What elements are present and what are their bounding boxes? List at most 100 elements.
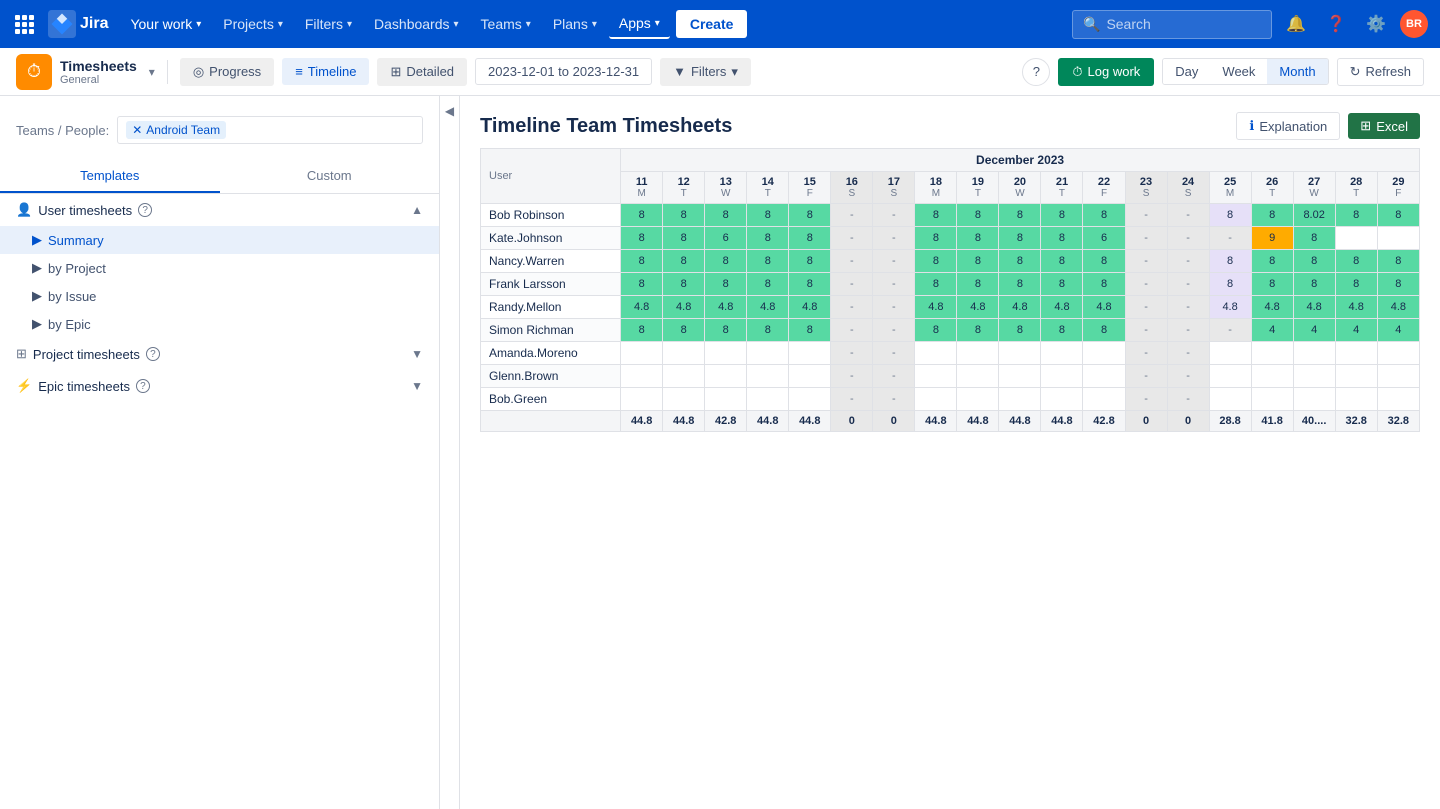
nav-teams[interactable]: Teams ▾ bbox=[471, 10, 541, 38]
timesheet-cell: 8 bbox=[663, 204, 705, 227]
notifications-button[interactable]: 🔔 bbox=[1280, 8, 1312, 40]
timesheet-cell: - bbox=[831, 204, 873, 227]
tab-custom[interactable]: Custom bbox=[220, 160, 440, 193]
search-input[interactable] bbox=[1106, 16, 1246, 32]
help-button[interactable]: ❓ bbox=[1320, 8, 1352, 40]
project-timesheets-section[interactable]: ⊞ Project timesheets ? ▼ bbox=[0, 338, 439, 370]
timesheet-cell: 4.8 bbox=[999, 296, 1041, 319]
timeline-view-button[interactable]: ≡ Timeline bbox=[282, 58, 369, 85]
table-row: Bob Robinson88888--88888--888.0288 bbox=[481, 204, 1420, 227]
timesheet-cell: 8 bbox=[1377, 250, 1419, 273]
timesheet-cell: - bbox=[873, 273, 915, 296]
footer-cell: 42.8 bbox=[1083, 411, 1125, 432]
timesheet-cell: - bbox=[1125, 204, 1167, 227]
nav-by-project[interactable]: ▶ by Project bbox=[0, 254, 439, 282]
nav-summary[interactable]: ▶ Summary bbox=[0, 226, 439, 254]
timesheet-cell bbox=[1083, 365, 1125, 388]
user-name-cell: Bob Robinson bbox=[481, 204, 621, 227]
tab-templates[interactable]: Templates bbox=[0, 160, 220, 193]
timesheet-cell: 8 bbox=[789, 319, 831, 342]
timesheet-cell: 8 bbox=[1083, 204, 1125, 227]
nav-filters[interactable]: Filters ▾ bbox=[295, 10, 362, 38]
excel-button[interactable]: ⊞ Excel bbox=[1348, 113, 1420, 139]
context-help-button[interactable]: ? bbox=[1022, 58, 1050, 86]
teams-section: Teams / People: ✕ Android Team bbox=[0, 108, 439, 152]
project-timesheets-help-icon[interactable]: ? bbox=[146, 347, 160, 361]
timesheet-cell: - bbox=[1167, 296, 1209, 319]
timesheet-cell: 8 bbox=[663, 250, 705, 273]
nav-dashboards[interactable]: Dashboards ▾ bbox=[364, 10, 469, 38]
day-header-19: 19T bbox=[957, 172, 999, 204]
search-box[interactable]: 🔍 bbox=[1072, 10, 1272, 39]
timesheet-cell: 8 bbox=[915, 204, 957, 227]
footer-cell: 0 bbox=[873, 411, 915, 432]
user-name-cell: Amanda.Moreno bbox=[481, 342, 621, 365]
timesheet-cell: - bbox=[831, 319, 873, 342]
timesheet-cell: 4.8 bbox=[663, 296, 705, 319]
settings-button[interactable]: ⚙️ bbox=[1360, 8, 1392, 40]
date-range-button[interactable]: 2023-12-01 to 2023-12-31 bbox=[475, 58, 652, 85]
user-timesheets-section[interactable]: 👤 User timesheets ? ▲ bbox=[0, 194, 439, 226]
timesheet-cell: - bbox=[831, 342, 873, 365]
avatar[interactable]: BR bbox=[1400, 10, 1428, 38]
nav-your-work[interactable]: Your work ▾ bbox=[120, 10, 211, 38]
user-timesheets-help-icon[interactable]: ? bbox=[138, 203, 152, 217]
nav-by-epic[interactable]: ▶ by Epic bbox=[0, 310, 439, 338]
filters-button[interactable]: ▼ Filters ▾ bbox=[660, 58, 751, 86]
timesheet-cell bbox=[915, 342, 957, 365]
timesheet-cell bbox=[621, 365, 663, 388]
timesheet-cell: 8 bbox=[747, 273, 789, 296]
timesheet-cell bbox=[789, 388, 831, 411]
timesheet-cell: 8 bbox=[999, 204, 1041, 227]
table-row: Kate.Johnson88688--88886---98 bbox=[481, 227, 1420, 250]
day-header-18: 18M bbox=[915, 172, 957, 204]
refresh-button[interactable]: ↻ Refresh bbox=[1337, 58, 1424, 86]
day-button[interactable]: Day bbox=[1163, 59, 1210, 84]
timesheet-cell: 8 bbox=[915, 273, 957, 296]
log-work-button[interactable]: ⏱ Log work bbox=[1058, 58, 1154, 86]
nav-projects[interactable]: Projects ▾ bbox=[213, 10, 293, 38]
chevron-right-icon: ▶ bbox=[32, 232, 42, 248]
timesheet-cell: 8 bbox=[789, 250, 831, 273]
timesheet-cell: 4.8 bbox=[1335, 296, 1377, 319]
epic-timesheets-help-icon[interactable]: ? bbox=[136, 379, 150, 393]
day-header-17: 17S bbox=[873, 172, 915, 204]
nav-apps[interactable]: Apps ▾ bbox=[609, 9, 670, 39]
detailed-icon: ⊞ bbox=[390, 64, 401, 80]
explanation-button[interactable]: ℹ Explanation bbox=[1236, 112, 1340, 140]
nav-by-issue[interactable]: ▶ by Issue bbox=[0, 282, 439, 310]
timesheet-cell: 8 bbox=[1335, 204, 1377, 227]
detailed-view-button[interactable]: ⊞ Detailed bbox=[377, 58, 467, 86]
week-button[interactable]: Week bbox=[1210, 59, 1267, 84]
timesheet-cell bbox=[1251, 388, 1293, 411]
progress-view-button[interactable]: ◎ Progress bbox=[180, 58, 274, 86]
tag-close-button[interactable]: ✕ bbox=[132, 123, 142, 137]
user-name-cell: Nancy.Warren bbox=[481, 250, 621, 273]
timesheet-cell: - bbox=[831, 388, 873, 411]
timesheet-cell: 8 bbox=[957, 319, 999, 342]
nav-menu: Your work ▾ Projects ▾ Filters ▾ Dashboa… bbox=[120, 9, 1068, 39]
user-name-cell: Bob.Green bbox=[481, 388, 621, 411]
timesheet-cell: 6 bbox=[1083, 227, 1125, 250]
day-header-13: 13W bbox=[705, 172, 747, 204]
timesheet-cell: 4 bbox=[1335, 319, 1377, 342]
timesheet-cell: 8 bbox=[957, 250, 999, 273]
day-header-24: 24S bbox=[1167, 172, 1209, 204]
timesheet-cell bbox=[621, 388, 663, 411]
timesheet-cell: 8 bbox=[957, 204, 999, 227]
nav-plans[interactable]: Plans ▾ bbox=[543, 10, 607, 38]
filter-chevron-icon: ▾ bbox=[731, 64, 738, 80]
footer-cell: 44.8 bbox=[747, 411, 789, 432]
timesheet-cell: - bbox=[873, 365, 915, 388]
epic-timesheets-section[interactable]: ⚡ Epic timesheets ? ▼ bbox=[0, 370, 439, 402]
title-chevron-icon[interactable]: ▾ bbox=[149, 65, 155, 79]
teams-input[interactable]: ✕ Android Team bbox=[117, 116, 423, 144]
top-navigation: Jira Your work ▾ Projects ▾ Filters ▾ Da… bbox=[0, 0, 1440, 48]
timesheet-cell bbox=[1335, 388, 1377, 411]
create-button[interactable]: Create bbox=[676, 10, 748, 38]
jira-logo[interactable]: Jira bbox=[48, 10, 108, 38]
collapse-panel[interactable]: ◀ bbox=[440, 96, 460, 809]
month-button[interactable]: Month bbox=[1267, 59, 1327, 84]
day-header-11: 11M bbox=[621, 172, 663, 204]
app-switcher-button[interactable] bbox=[12, 12, 36, 36]
